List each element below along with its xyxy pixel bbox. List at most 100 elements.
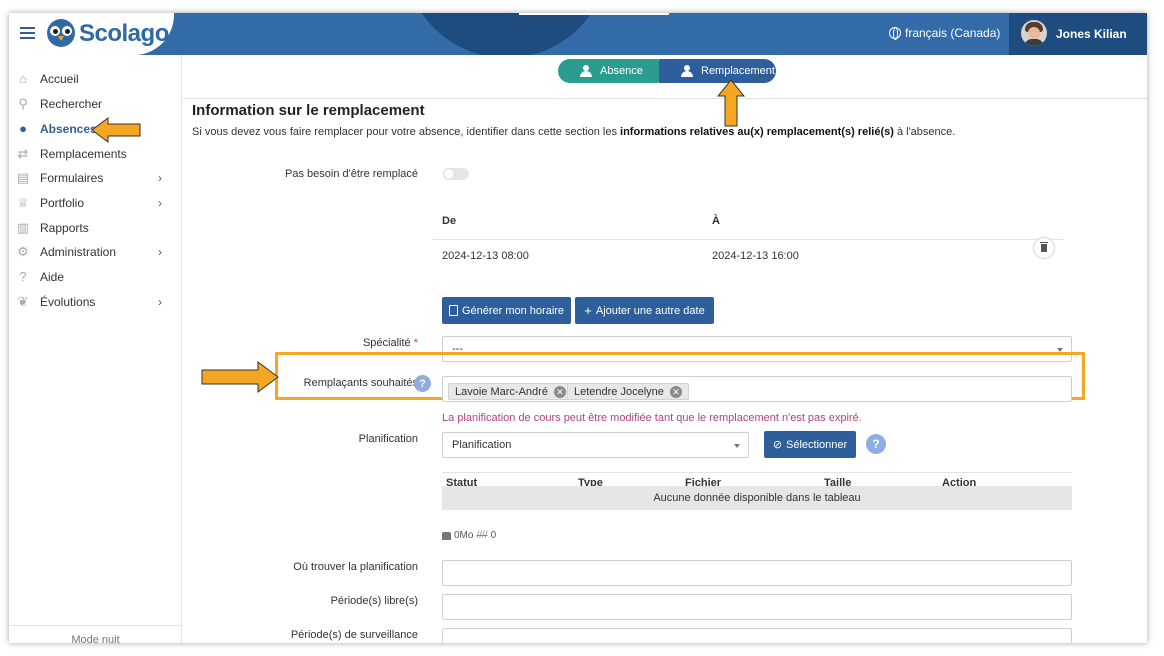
night-mode-label: Mode nuit — [71, 634, 120, 643]
gear-icon: ⚙ — [17, 244, 29, 259]
caret-down-icon — [734, 444, 740, 448]
add-date-label: Ajouter une autre date — [595, 304, 705, 317]
step-absence[interactable]: Absence — [558, 59, 669, 83]
trash-icon[interactable] — [1033, 237, 1055, 259]
sidebar-item-formulaires[interactable]: ▤ Formulaires › — [9, 167, 182, 189]
supervision-label: Période(s) de surveillance — [290, 629, 418, 641]
no-replacement-label: Pas besoin d'être remplacé — [285, 168, 418, 180]
replacement-tag: Lavoie Marc-André ✕ — [448, 383, 573, 400]
form-icon: ▤ — [16, 170, 30, 185]
sidebar-item-label: Absences — [40, 122, 97, 136]
weight-icon — [442, 531, 451, 540]
header-decoration — [404, 13, 609, 55]
sidebar-item-label: Formulaires — [40, 171, 104, 185]
col-from: De — [442, 215, 457, 227]
globe-icon — [889, 27, 901, 40]
user-name: Jones Kilian — [1056, 27, 1127, 41]
sidebar-item-label: Remplacements — [40, 147, 127, 161]
menu-icon[interactable] — [20, 27, 35, 39]
user-icon — [580, 65, 594, 77]
sidebar-item-label: Évolutions — [40, 295, 96, 309]
paperclip-icon: ⊘ — [772, 439, 783, 451]
sidebar-item-portfolio[interactable]: ♕ Portfolio › — [9, 192, 182, 214]
chevron-right-icon: › — [158, 295, 162, 309]
remove-tag-icon[interactable]: ✕ — [669, 385, 682, 398]
owl-logo-icon — [47, 19, 75, 47]
sidebar-item-evolutions[interactable]: ❦ Évolutions › — [9, 291, 182, 313]
sidebar-item-rechercher[interactable]: ⚲ Rechercher — [9, 93, 182, 115]
remove-tag-icon[interactable]: ✕ — [553, 385, 566, 398]
help-icon[interactable]: ? — [866, 434, 886, 454]
night-mode-toggle[interactable]: Mode nuit — [9, 625, 182, 643]
col-to: À — [712, 215, 720, 227]
user-menu[interactable]: Jones Kilian — [1009, 13, 1147, 55]
sidebar-item-remplacements[interactable]: ⇄ Remplacements — [9, 143, 182, 165]
sidebar-item-label: Portfolio — [40, 196, 85, 210]
empty-table-row: Aucune donnée disponible dans le tableau — [442, 486, 1072, 510]
sidebar: ⌂ Accueil ⚲ Rechercher ● Absences ⇄ Remp… — [9, 55, 182, 643]
tag-label: Letendre Jocelyne — [574, 385, 664, 398]
plus-icon: + — [584, 303, 592, 318]
avatar — [1021, 20, 1047, 46]
step-absence-label: Absence — [600, 65, 643, 77]
document-icon — [448, 305, 458, 316]
required-marker: * — [413, 337, 418, 349]
arrow-up-icon — [717, 79, 745, 127]
sidebar-item-accueil[interactable]: ⌂ Accueil — [9, 68, 182, 90]
report-icon: ▥ — [16, 220, 30, 235]
brand-name[interactable]: Scolago — [79, 20, 169, 48]
main-content: Absence Remplacement Information sur le … — [183, 55, 1147, 643]
app-window: Scolago français (Canada) Jones Kilian ⌂… — [9, 13, 1147, 643]
sidebar-item-rapports[interactable]: ▥ Rapports — [9, 217, 182, 239]
page-title: Information sur le remplacement — [192, 102, 425, 119]
free-periods-input[interactable] — [442, 594, 1072, 620]
date-from-cell: 2024-12-13 08:00 — [442, 250, 529, 262]
user-clock-icon: ● — [19, 121, 27, 136]
user-swap-icon — [681, 65, 695, 77]
table-divider — [433, 239, 1063, 240]
home-icon: ⌂ — [19, 71, 27, 86]
step-remplacement-label: Remplacement — [701, 65, 775, 77]
steps-divider — [183, 98, 1147, 99]
where-input[interactable] — [442, 560, 1072, 586]
language-selector[interactable]: français (Canada) — [889, 26, 1000, 40]
intro-text: Si vous devez vous faire remplacer pour … — [192, 126, 621, 138]
sidebar-item-administration[interactable]: ⚙ Administration › — [9, 241, 182, 263]
planning-value: Planification — [452, 439, 512, 451]
intro-end-text: à l'absence. — [893, 126, 956, 138]
section-intro: Si vous devez vous faire remplacer pour … — [192, 126, 955, 138]
swap-icon: ⇄ — [17, 146, 29, 161]
select-file-label: Sélectionner — [786, 438, 848, 451]
date-to-cell: 2024-12-13 16:00 — [712, 250, 799, 262]
wished-replacements-input[interactable]: Lavoie Marc-André ✕ Letendre Jocelyne ✕ — [442, 376, 1072, 402]
no-replacement-toggle[interactable] — [443, 168, 469, 180]
chevron-right-icon: › — [158, 171, 162, 185]
sprout-icon: ❦ — [17, 294, 29, 309]
top-bar: Scolago français (Canada) Jones Kilian — [9, 13, 1147, 55]
sidebar-item-label: Administration — [40, 245, 117, 259]
select-file-button[interactable]: ⊘ Sélectionner — [764, 431, 856, 458]
sidebar-item-label: Aide — [40, 270, 65, 284]
sidebar-item-aide[interactable]: ? Aide — [9, 266, 182, 288]
generate-schedule-button[interactable]: Générer mon horaire — [442, 297, 571, 324]
planning-note: La planification de cours peut être modi… — [442, 412, 862, 424]
arrow-right-icon — [201, 361, 279, 393]
header-line — [519, 13, 669, 15]
chevron-right-icon: › — [158, 245, 162, 259]
tag-label: Lavoie Marc-André — [455, 385, 548, 398]
planning-select[interactable]: Planification — [442, 432, 749, 458]
where-label: Où trouver la planification — [293, 561, 418, 573]
help-icon[interactable]: ? — [414, 375, 431, 392]
question-icon: ? — [19, 269, 27, 284]
specialty-label: Spécialité * — [183, 337, 418, 349]
generate-schedule-label: Générer mon horaire — [461, 304, 565, 317]
sidebar-item-label: Rapports — [40, 221, 89, 235]
intro-bold-text: informations relatives au(x) remplacemen… — [620, 126, 894, 138]
replacement-tag: Letendre Jocelyne ✕ — [567, 383, 689, 400]
arrow-left-icon — [91, 117, 141, 143]
supervision-input[interactable] — [442, 628, 1072, 643]
trophy-icon: ♕ — [17, 195, 29, 210]
table-divider — [442, 472, 1072, 473]
sidebar-item-label: Accueil — [40, 72, 79, 86]
add-date-button[interactable]: + Ajouter une autre date — [575, 297, 714, 324]
